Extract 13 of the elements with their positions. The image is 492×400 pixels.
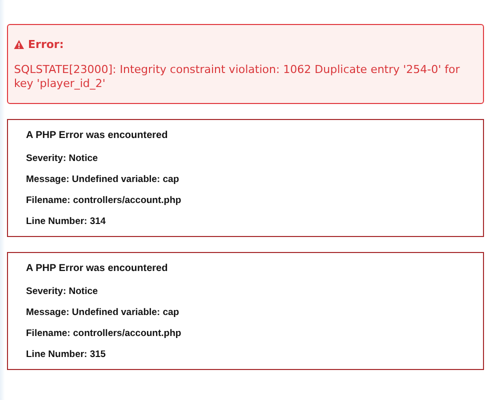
error-detail: Message: Undefined variable: cap (26, 307, 180, 318)
alert-message: SQLSTATE[23000]: Integrity constraint violation: 1062 Duplicate entry '254-0' for key 'player_id_2' (14, 63, 461, 91)
error-detail: Filename: controllers/account.php (26, 195, 182, 206)
error-heading: A PHP Error was encountered (26, 130, 169, 141)
error-detail: Message: Undefined variable: cap (26, 174, 180, 185)
error-detail: Severity: Notice (26, 153, 99, 164)
error-detail: Line Number: 314 (26, 216, 107, 227)
warning-icon (14, 40, 24, 49)
error-heading: A PHP Error was encountered (26, 263, 169, 274)
error-detail: Filename: controllers/account.php (26, 328, 182, 339)
error-detail: Line Number: 315 (26, 349, 107, 360)
alert-title: Error: (28, 38, 64, 51)
error-detail: Severity: Notice (26, 286, 99, 297)
